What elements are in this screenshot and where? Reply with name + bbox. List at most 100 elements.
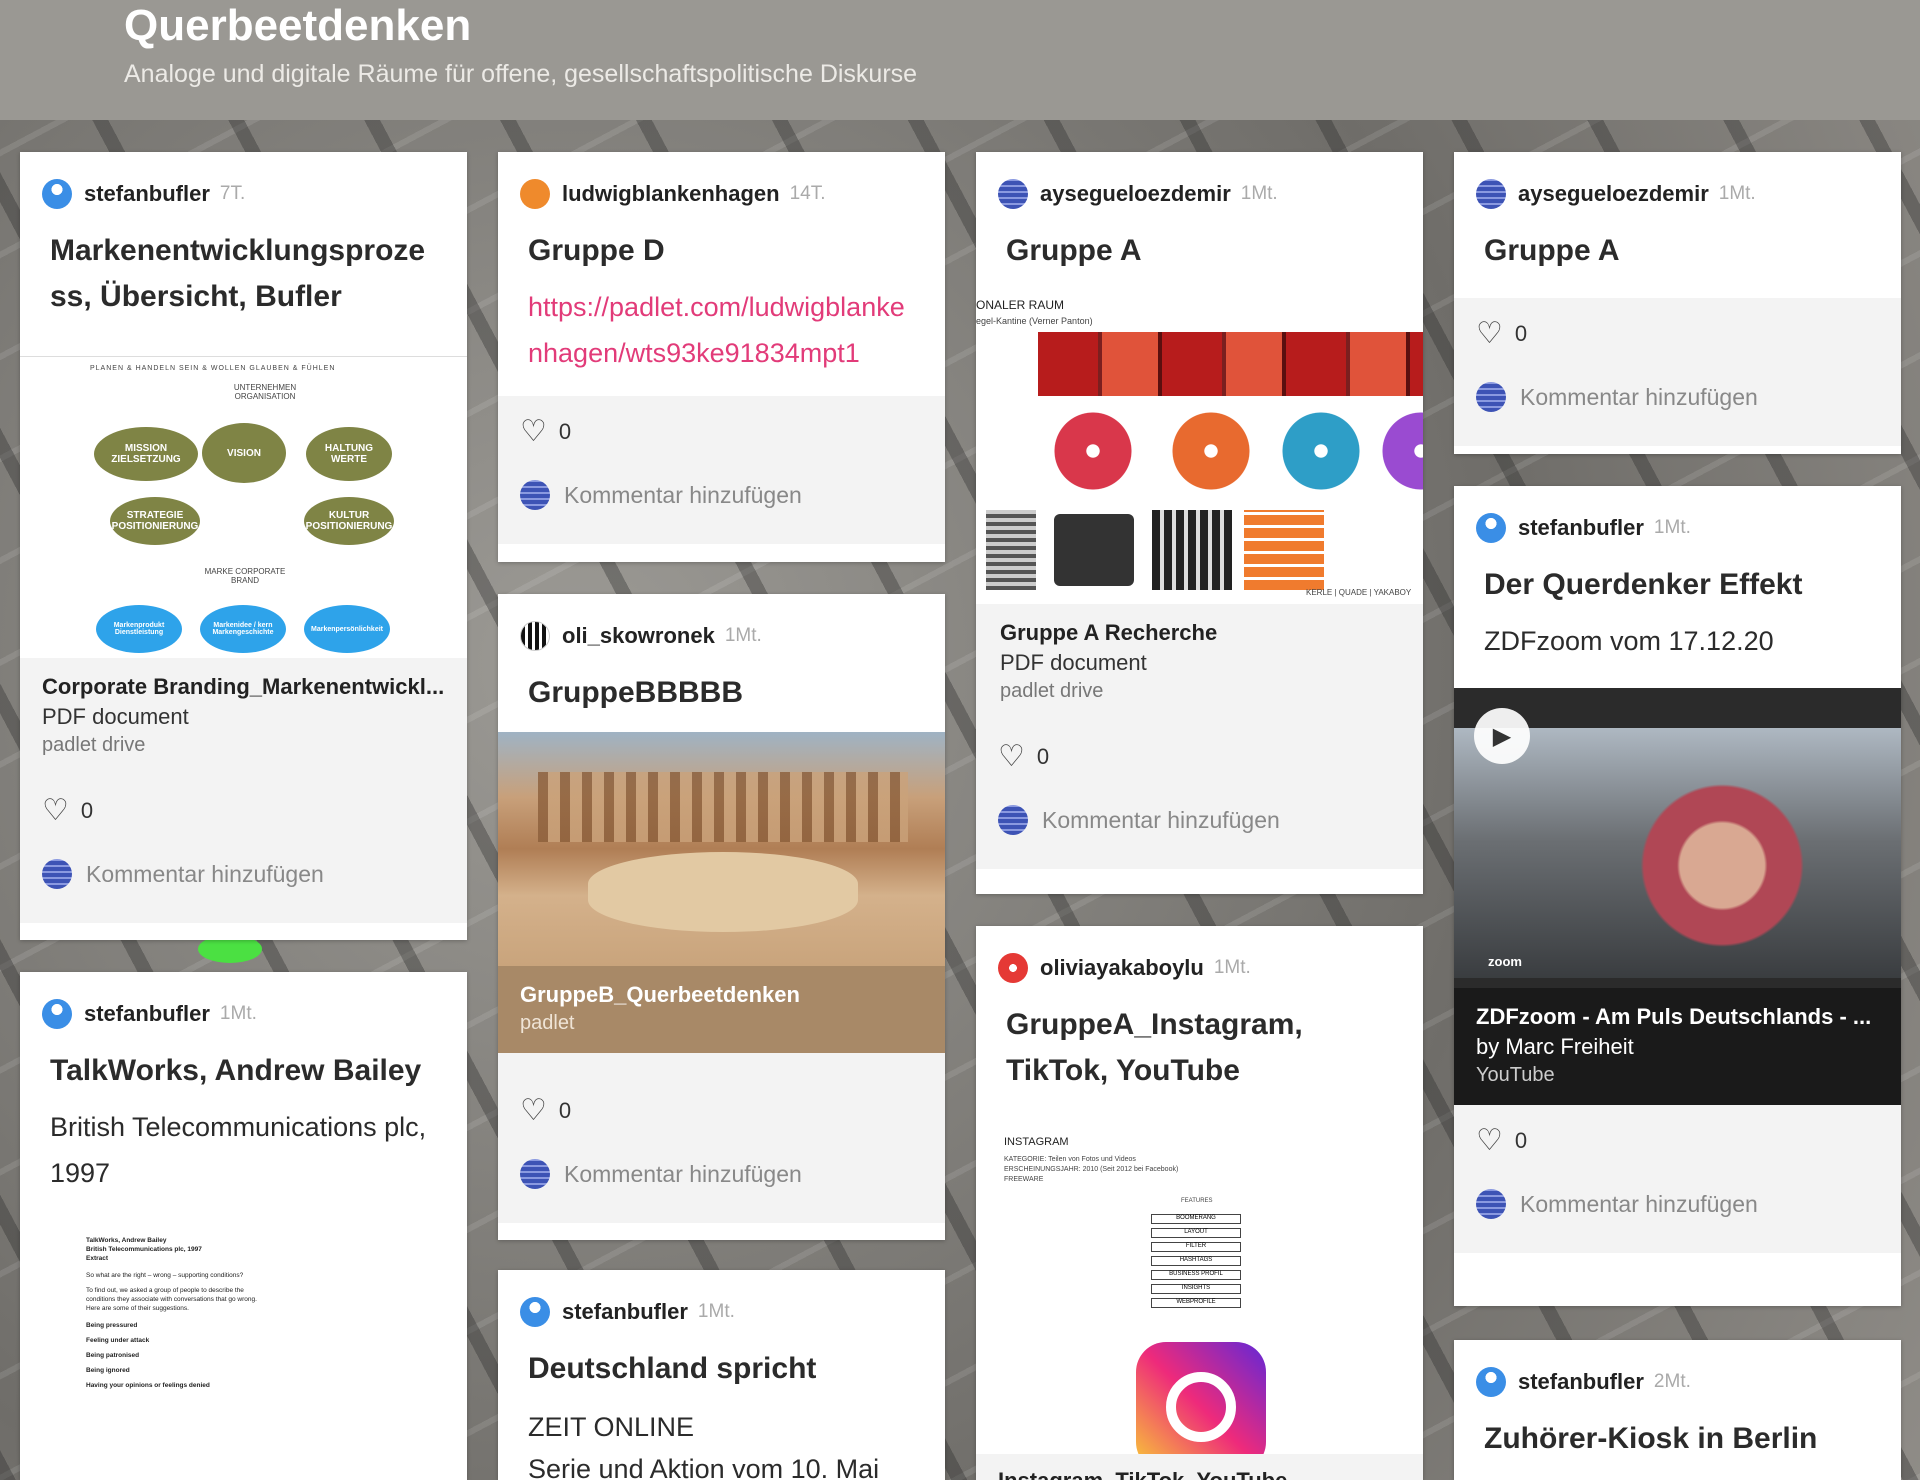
post-author[interactable]: stefanbufler [562,1299,688,1325]
attachment-info[interactable]: Gruppe A Recherche PDF document padlet d… [976,604,1423,721]
heart-icon[interactable]: ♡ [520,417,547,447]
doc-feature-row: BOOMERANG [1151,1214,1241,1224]
post-card[interactable]: stefanbufler 2Mt. Zuhörer-Kiosk in Berli… [1454,1340,1901,1480]
attachment-title: ZDFzoom - Am Puls Deutschlands - ... [1476,1004,1872,1029]
comment-area[interactable]: Kommentar hinzufügen [520,1147,923,1201]
comment-area[interactable]: Kommentar hinzufügen [1476,370,1879,424]
post-card[interactable]: ludwigblankenhagen 14T. Gruppe D https:/… [498,152,945,562]
heart-icon[interactable]: ♡ [998,742,1025,772]
avatar[interactable] [998,179,1028,209]
post-header: ludwigblankenhagen 14T. [498,152,945,214]
avatar[interactable] [1476,513,1506,543]
comment-input[interactable]: Kommentar hinzufügen [1042,807,1280,834]
post-header: oliviayakaboylu 1Mt. [976,926,1423,988]
attachment-title: Instagram_TikTok_YouTube [998,1468,1401,1480]
attachment-preview[interactable]: PLANEN & HANDELN SEIN & WOLLEN GLAUBEN &… [20,356,467,658]
post-author[interactable]: aysegueloezdemir [1518,181,1709,207]
attachment-info[interactable]: ZDFzoom - Am Puls Deutschlands - ... by … [1454,988,1901,1105]
like-area: ♡ 0 [1476,298,1879,370]
post-body: ZDFzoom vom 17.12.20 [1484,626,1774,656]
like-area: ♡ 0 [520,396,923,468]
comment-input[interactable]: Kommentar hinzufügen [564,482,802,509]
comment-input[interactable]: Kommentar hinzufügen [564,1161,802,1188]
post-time: 1Mt. [724,625,762,646]
post-header: aysegueloezdemir 1Mt. [976,152,1423,214]
post-card[interactable]: stefanbufler 1Mt. TalkWorks, Andrew Bail… [20,972,467,1480]
attachment-info[interactable]: Corporate Branding_Markenentwickl... PDF… [20,658,467,775]
attachment-preview[interactable]: ONALER RAUM egel-Kantine (Verner Panton)… [976,292,1423,604]
like-count: 0 [1036,744,1050,769]
doc-line: Here are some of their suggestions. [86,1305,189,1312]
post-card[interactable]: stefanbufler 1Mt. Der Querdenker Effekt … [1454,486,1901,1306]
comment-area[interactable]: Kommentar hinzufügen [42,847,445,901]
post-author[interactable]: ludwigblankenhagen [562,181,780,207]
heart-icon[interactable]: ♡ [42,796,69,826]
avatar [520,480,550,510]
post-link[interactable]: https://padlet.com/ludwigblankenhagen/wt… [498,274,945,396]
doc-feature-row: WEBPROFILE [1151,1298,1241,1308]
avatar[interactable] [520,621,550,651]
post-author[interactable]: aysegueloezdemir [1040,181,1231,207]
comment-input[interactable]: Kommentar hinzufügen [86,861,324,888]
avatar[interactable] [1476,1367,1506,1397]
avatar[interactable] [42,999,72,1029]
comment-area[interactable]: Kommentar hinzufügen [520,468,923,522]
post-author[interactable]: stefanbufler [1518,515,1644,541]
doc-line: Being patronised [86,1352,140,1359]
comment-area[interactable]: Kommentar hinzufügen [998,793,1401,847]
post-card[interactable]: aysegueloezdemir 1Mt. Gruppe A ♡ 0 Komme… [1454,152,1901,454]
doc-line: ERSCHEINUNGSJAHR: 2010 (Seit 2012 bei Fa… [1004,1166,1179,1173]
comment-input[interactable]: Kommentar hinzufügen [1520,1191,1758,1218]
diagram-vision: VISION [202,423,286,483]
avatar [42,859,72,889]
like-count: 0 [1514,1128,1528,1153]
like-area: ♡ 0 [42,775,445,847]
post-card[interactable]: stefanbufler 7T. Markenentwicklungsproze… [20,152,467,940]
doc-dark-block [1054,514,1134,586]
post-card[interactable]: oliviayakaboylu 1Mt. GruppeA_Instagram, … [976,926,1423,1480]
doc-building [986,510,1036,590]
post-author[interactable]: stefanbufler [84,1001,210,1027]
post-author[interactable]: oli_skowronek [562,623,715,649]
instagram-logo-icon [1136,1342,1266,1454]
avatar[interactable] [998,953,1028,983]
heart-icon[interactable]: ♡ [1476,1126,1503,1156]
avatar[interactable] [1476,179,1506,209]
attachment-info[interactable]: GruppeB_Querbeetdenken padlet [498,966,945,1053]
attachment-info[interactable]: Instagram_TikTok_YouTube [976,1454,1423,1480]
post-author[interactable]: oliviayakaboylu [1040,955,1204,981]
attachment-preview[interactable]: TalkWorks, Andrew Bailey British Telecom… [20,1236,467,1456]
heart-icon[interactable]: ♡ [520,1096,547,1126]
video-preview[interactable]: ▶ zoom [1454,688,1901,988]
attachment-preview[interactable]: INSTAGRAM KATEGORIE: Teilen von Fotos un… [976,1124,1423,1454]
post-time: 1Mt. [1213,957,1251,978]
comment-input[interactable]: Kommentar hinzufügen [1520,384,1758,411]
post-footer: ♡ 0 Kommentar hinzufügen [1454,298,1901,446]
ruins-columns [538,772,908,842]
play-icon[interactable]: ▶ [1474,708,1530,764]
comment-area[interactable]: Kommentar hinzufügen [1476,1177,1879,1231]
post-card[interactable]: stefanbufler 1Mt. Deutschland spricht ZE… [498,1270,945,1480]
avatar[interactable] [520,1297,550,1327]
attachment-source: padlet drive [1000,680,1104,702]
post-header: stefanbufler 7T. [20,152,467,214]
post-author[interactable]: stefanbufler [1518,1369,1644,1395]
post-title: Gruppe A [1484,234,1620,267]
doc-coral [1276,406,1366,496]
heart-icon[interactable]: ♡ [1476,319,1503,349]
doc-photo-strip [1038,332,1423,396]
avatar[interactable] [520,179,550,209]
post-card[interactable]: aysegueloezdemir 1Mt. Gruppe A ONALER RA… [976,152,1423,894]
avatar[interactable] [42,179,72,209]
post-footer: ♡ 0 Kommentar hinzufügen [1454,1105,1901,1253]
post-title: Gruppe D [528,234,665,267]
post-footer: ♡ 0 Kommentar hinzufügen [498,1053,945,1223]
post-card[interactable]: oli_skowronek 1Mt. GruppeBBBBB GruppeB_Q… [498,594,945,1240]
avatar [998,805,1028,835]
attachment-preview[interactable] [498,732,945,966]
post-body-2: Serie und Aktion vom 10. Mai [528,1454,880,1480]
attachment-type: PDF document [42,704,189,729]
post-time: 1Mt. [219,1003,257,1024]
attachment-source: YouTube [1476,1064,1555,1086]
post-author[interactable]: stefanbufler [84,181,210,207]
